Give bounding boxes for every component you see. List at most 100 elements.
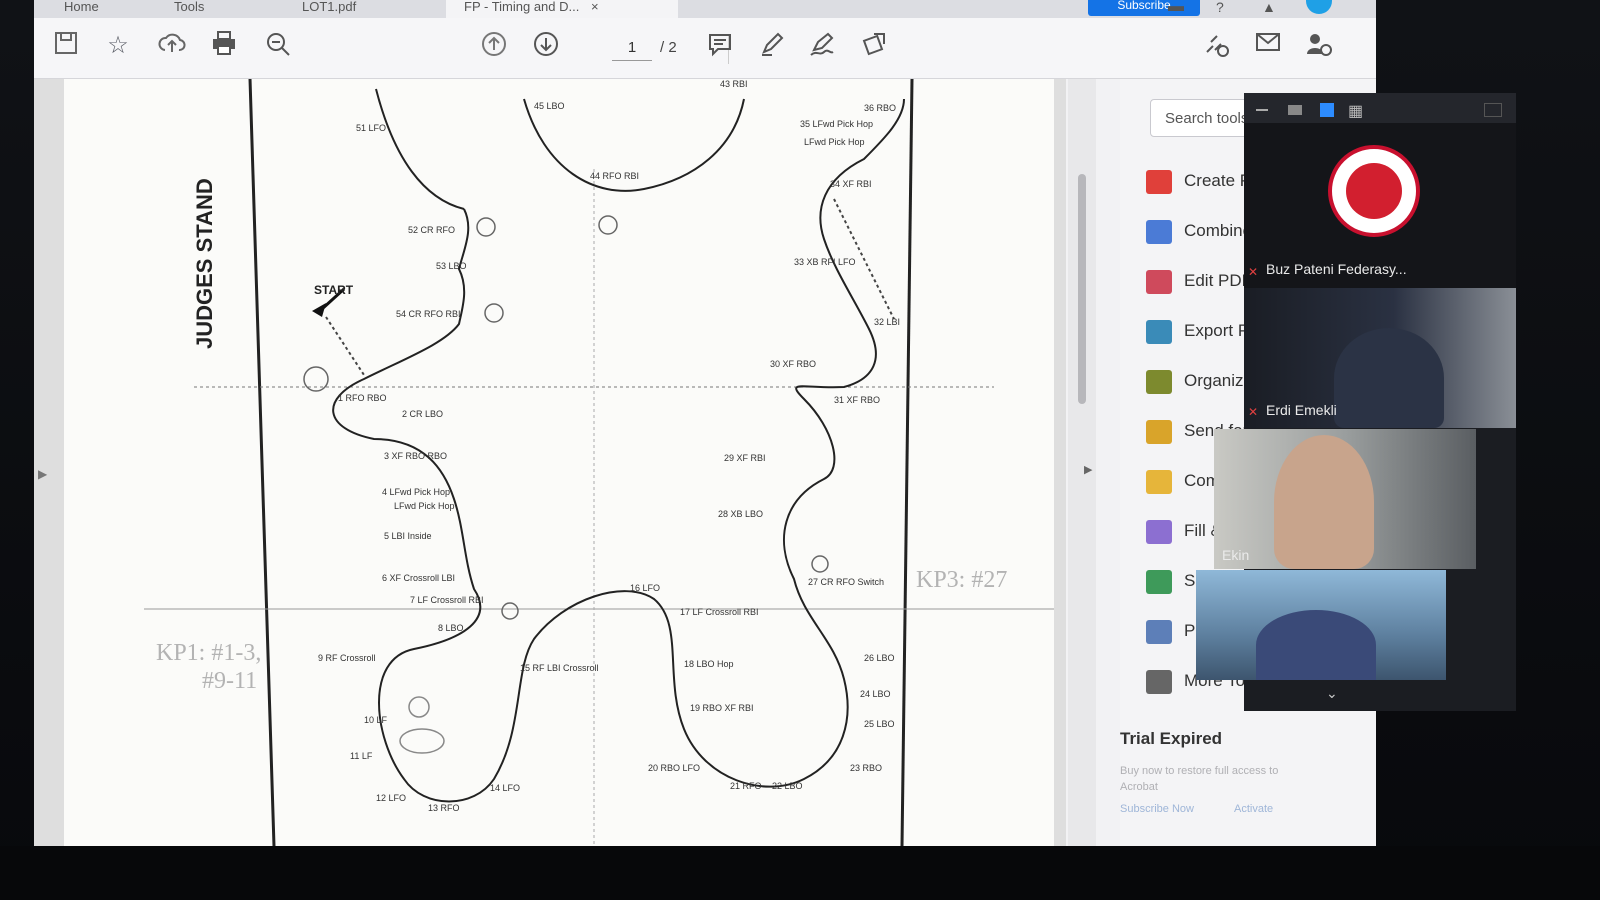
monitor-bezel xyxy=(0,846,1600,900)
kp1-note-line1: KP1: #1-3, xyxy=(156,640,262,666)
tab-document-1[interactable]: LOT1.pdf xyxy=(302,0,356,18)
close-icon[interactable]: × xyxy=(591,0,599,14)
upload-cloud-icon[interactable] xyxy=(156,30,188,62)
step-label: 53 LBO xyxy=(436,261,467,271)
step-label: 16 LFO xyxy=(630,583,661,593)
bell-icon[interactable]: ▲ xyxy=(1262,0,1276,18)
highlight-pen-icon[interactable] xyxy=(756,30,788,62)
step-label: 9 RF Crossroll xyxy=(318,653,376,663)
tool-label: Create P xyxy=(1184,171,1252,190)
document-area[interactable]: ▶ JUDGES STAND START KP1: #1-3, #9-11 KP… xyxy=(34,78,1066,846)
tool-icon xyxy=(1146,269,1172,294)
page-number-input[interactable]: 1 xyxy=(612,36,652,61)
monitor: Home Tools LOT1.pdf FP - Timing and D...… xyxy=(0,0,1600,900)
tool-item[interactable]: Create P xyxy=(1146,167,1251,195)
step-label: 23 RBO xyxy=(850,763,883,773)
help-icon[interactable]: ? xyxy=(1216,0,1224,18)
email-icon[interactable] xyxy=(1252,30,1284,62)
subscribe-now-link[interactable]: Subscribe Now xyxy=(1120,803,1194,815)
step-label: 43 RBI xyxy=(720,79,748,89)
tool-icon xyxy=(1146,619,1172,644)
participant-video xyxy=(1334,328,1444,428)
gallery-view-icon[interactable]: ▦ xyxy=(1348,101,1363,121)
video-call-panel: ▦ ✕ Buz Pateni Federasy... ✕ Erdi Emekli… xyxy=(1196,93,1516,711)
step-label: 5 LBI Inside xyxy=(384,531,432,541)
step-label: 52 CR RFO xyxy=(408,225,456,235)
activate-link[interactable]: Activate xyxy=(1234,803,1273,815)
sign-icon[interactable] xyxy=(806,30,838,62)
comment-icon[interactable] xyxy=(704,30,736,62)
tool-item[interactable]: Edit PDF xyxy=(1146,267,1252,295)
tab-document-2[interactable]: FP - Timing and D... × xyxy=(446,0,678,18)
step-label: 34 XF RBI xyxy=(830,179,872,189)
mic-muted-icon: ✕ xyxy=(1248,265,1259,279)
zoom-out-icon[interactable] xyxy=(262,30,294,62)
participant-tile-4[interactable] xyxy=(1196,570,1446,680)
step-label: 26 LBO xyxy=(864,653,895,663)
trial-expired-title: Trial Expired xyxy=(1120,729,1223,748)
step-label: 12 LFO xyxy=(376,793,407,803)
step-label: 28 XB LBO xyxy=(718,509,764,519)
avatar[interactable] xyxy=(1306,0,1332,14)
tool-label: Edit PDF xyxy=(1184,271,1253,290)
pdf-page: JUDGES STAND START KP1: #1-3, #9-11 KP3:… xyxy=(64,78,1054,846)
trial-expired-text: Buy now to restore full access to Acroba… xyxy=(1120,765,1279,793)
step-label: 8 LBO xyxy=(438,623,464,633)
step-label: 27 CR RFO Switch xyxy=(808,577,885,587)
tool-item[interactable]: Combine xyxy=(1146,217,1252,245)
stamp-icon[interactable] xyxy=(858,30,890,62)
next-page-icon[interactable] xyxy=(530,30,562,62)
vertical-scrollbar[interactable]: ▶ xyxy=(1068,79,1096,846)
tab-bar: Home Tools LOT1.pdf FP - Timing and D...… xyxy=(34,0,1376,18)
step-label: 11 LF xyxy=(350,751,373,761)
kp1-note-line2: #9-11 xyxy=(202,668,258,694)
acrobat-window: Home Tools LOT1.pdf FP - Timing and D...… xyxy=(34,0,1376,846)
minimize-icon[interactable] xyxy=(1256,109,1268,111)
tool-label: Organize xyxy=(1184,371,1253,390)
participant-tile-2[interactable]: ✕ Erdi Emekli xyxy=(1244,288,1516,428)
step-label: 25 LBO xyxy=(864,719,895,729)
tool-icon xyxy=(1146,669,1172,694)
save-icon[interactable] xyxy=(50,30,82,62)
participant-tile-1[interactable]: ✕ Buz Pateni Federasy... xyxy=(1244,123,1516,288)
scrollbar-thumb[interactable] xyxy=(1078,174,1086,404)
tool-item[interactable]: Export P xyxy=(1146,317,1249,345)
step-label: 17 LF Crossroll RBI xyxy=(680,607,759,617)
tool-icon xyxy=(1146,469,1172,494)
add-user-icon[interactable] xyxy=(1302,30,1334,62)
participant-tile-3[interactable]: Ekin xyxy=(1214,429,1476,569)
mic-muted-icon: ✕ xyxy=(1248,405,1259,419)
step-label: LFwd Pick Hop xyxy=(804,137,865,147)
judges-stand-label: JUDGES STAND xyxy=(192,178,217,349)
step-label: 22 LBO xyxy=(772,781,803,791)
tab-home[interactable]: Home xyxy=(64,0,99,18)
star-icon[interactable]: ☆ xyxy=(102,30,134,62)
step-label: 3 XF RBO RBO xyxy=(384,451,448,461)
participant-video xyxy=(1274,435,1374,569)
tool-icon xyxy=(1146,219,1172,244)
step-label: 2 CR LBO xyxy=(402,409,444,419)
chevron-down-icon[interactable]: ⌄ xyxy=(1326,685,1338,702)
tool-item[interactable]: Organize xyxy=(1146,367,1253,395)
print-icon[interactable] xyxy=(208,30,240,62)
step-label: 15 RF LBI Crossroll xyxy=(520,663,599,673)
speaker-view-icon[interactable] xyxy=(1288,105,1302,115)
chat-icon[interactable]: ▬ xyxy=(1168,0,1184,18)
tool-icon xyxy=(1146,369,1172,394)
previous-page-icon[interactable] xyxy=(478,30,510,62)
popout-icon[interactable] xyxy=(1484,103,1502,117)
step-label: 13 RFO xyxy=(428,803,460,813)
step-label: 54 CR RFO RBI xyxy=(396,309,461,319)
share-link-icon[interactable] xyxy=(1200,30,1232,62)
step-label: 10 LF xyxy=(364,715,388,725)
left-panel-toggle-icon[interactable]: ▶ xyxy=(38,467,47,481)
participant-name: Ekin xyxy=(1222,547,1250,563)
collapse-pane-icon[interactable]: ▶ xyxy=(1084,463,1092,476)
step-label: 29 XF RBI xyxy=(724,453,766,463)
participant-name: Erdi Emekli xyxy=(1266,402,1337,418)
step-label: 24 LBO xyxy=(860,689,891,699)
step-label: 14 LFO xyxy=(490,783,521,793)
step-label: 20 RBO LFO xyxy=(648,763,701,773)
tab-tools[interactable]: Tools xyxy=(174,0,204,18)
side-by-side-icon[interactable] xyxy=(1320,103,1334,117)
